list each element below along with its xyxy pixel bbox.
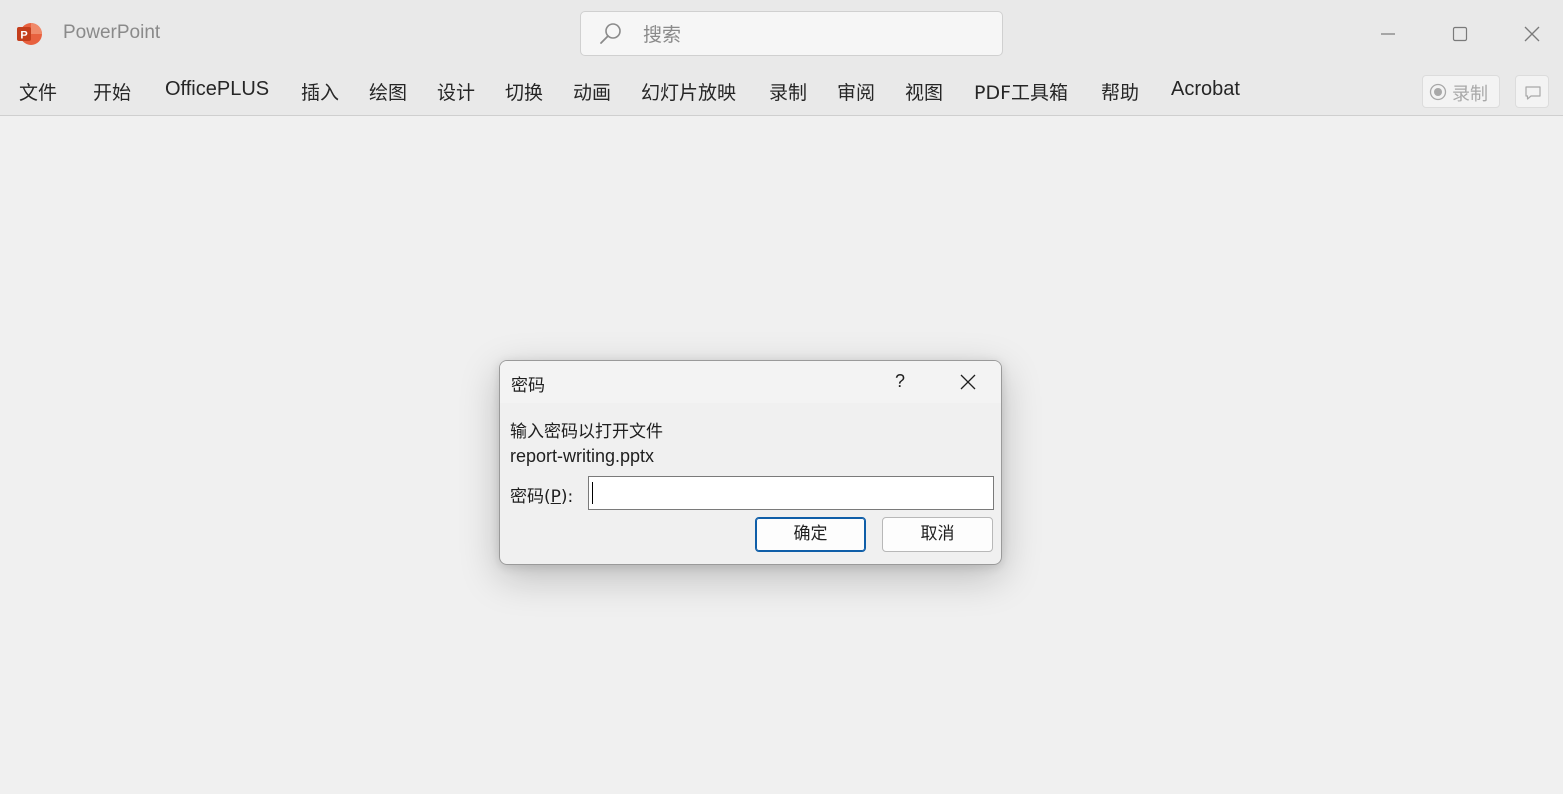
tab-file[interactable]: 文件 [19, 78, 57, 105]
tab-pdf-toolbox[interactable]: PDF工具箱 [974, 78, 1068, 105]
text-caret [592, 482, 593, 504]
record-icon [1429, 83, 1447, 101]
tab-record[interactable]: 录制 [769, 78, 807, 105]
close-icon [1524, 26, 1540, 42]
password-dialog: 密码 ? 输入密码以打开文件 report-writing.pptx 密码(P)… [499, 360, 1002, 565]
tab-review[interactable]: 审阅 [837, 78, 875, 105]
record-button[interactable]: 录制 [1422, 75, 1500, 108]
cancel-button[interactable]: 取消 [882, 517, 993, 552]
title-bar: P PowerPoint [0, 0, 1563, 66]
ribbon-tabs: 文件 开始 OfficePLUS 插入 绘图 设计 切换 动画 幻灯片放映 录制… [0, 66, 1563, 116]
ok-button[interactable]: 确定 [755, 517, 866, 552]
password-label-accesskey: P [550, 487, 561, 507]
tab-acrobat[interactable]: Acrobat [1171, 78, 1240, 101]
minimize-button[interactable] [1368, 14, 1408, 54]
tab-view[interactable]: 视图 [905, 78, 943, 105]
dialog-close-button[interactable] [953, 367, 983, 397]
maximize-button[interactable] [1440, 14, 1480, 54]
tab-insert[interactable]: 插入 [301, 78, 339, 105]
close-icon [960, 374, 976, 390]
file-name: report-writing.pptx [510, 446, 655, 466]
tab-animations[interactable]: 动画 [573, 78, 611, 105]
tab-slideshow[interactable]: 幻灯片放映 [641, 78, 736, 105]
record-label: 录制 [1452, 84, 1488, 105]
tab-transitions[interactable]: 切换 [505, 78, 543, 105]
dialog-prompt: 输入密码以打开文件 [510, 422, 663, 442]
app-name: PowerPoint [63, 22, 161, 43]
tab-home[interactable]: 开始 [93, 78, 131, 105]
search-box[interactable] [580, 11, 1003, 56]
comments-button[interactable] [1515, 75, 1549, 108]
powerpoint-logo-icon: P [16, 21, 42, 47]
comment-icon [1525, 86, 1541, 100]
password-label: 密码(P): [510, 482, 573, 507]
search-icon [599, 22, 623, 46]
dialog-title-bar: 密码 ? [500, 361, 1001, 403]
password-input[interactable] [588, 476, 994, 510]
tab-design[interactable]: 设计 [437, 78, 475, 105]
close-window-button[interactable] [1512, 14, 1552, 54]
tab-draw[interactable]: 绘图 [369, 78, 407, 105]
tab-officeplus[interactable]: OfficePLUS [165, 78, 269, 101]
dialog-title: 密码 [511, 376, 545, 396]
minimize-icon [1381, 33, 1395, 35]
search-input[interactable] [641, 20, 985, 50]
password-label-suffix: ): [560, 487, 574, 507]
password-label-prefix: 密码( [510, 487, 551, 507]
maximize-icon [1452, 26, 1468, 42]
logo-letter: P [20, 30, 27, 42]
help-button[interactable]: ? [886, 367, 914, 395]
tab-help[interactable]: 帮助 [1101, 78, 1139, 105]
